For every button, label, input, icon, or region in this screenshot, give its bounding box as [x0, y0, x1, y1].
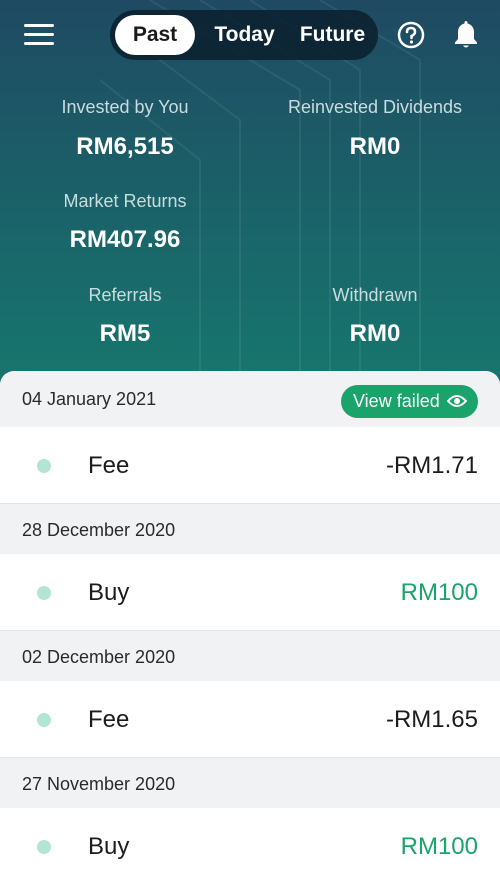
transaction-list: 04 January 2021 View failed Fee -RM1.71 …	[0, 371, 500, 884]
reinvested-dividends-value: RM0	[349, 133, 401, 160]
referrals-value: RM5	[99, 320, 151, 347]
transaction-type: Fee	[88, 706, 130, 733]
transaction-row[interactable]: Buy RM100	[0, 808, 500, 884]
transaction-amount: RM100	[400, 833, 478, 860]
referrals-label: Referrals	[88, 285, 162, 305]
status-dot	[37, 840, 51, 854]
transaction-amount: -RM1.71	[385, 452, 478, 479]
withdrawn-label: Withdrawn	[332, 285, 418, 305]
transaction-type: Buy	[88, 833, 130, 860]
view-failed-button[interactable]: View failed	[341, 385, 478, 418]
date-header: 04 January 2021 View failed	[0, 374, 500, 424]
bell-icon[interactable]	[453, 19, 479, 49]
status-dot	[37, 459, 51, 473]
market-returns-label: Market Returns	[63, 191, 187, 211]
status-dot	[37, 713, 51, 727]
question-circle-icon[interactable]	[397, 21, 425, 49]
date-label: 28 December 2020	[22, 520, 176, 540]
status-dot	[37, 586, 51, 600]
market-returns-value: RM407.96	[69, 226, 181, 253]
date-header: 28 December 2020	[0, 505, 500, 555]
date-label: 02 December 2020	[22, 647, 176, 667]
transaction-type: Fee	[88, 452, 130, 479]
date-header: 02 December 2020	[0, 632, 500, 682]
tab-future[interactable]: Future	[290, 15, 375, 55]
transaction-row[interactable]: Buy RM100	[0, 554, 500, 631]
transaction-type: Buy	[88, 579, 130, 606]
invested-value: RM6,515	[76, 133, 174, 160]
transaction-amount: RM100	[400, 579, 478, 606]
transaction-row[interactable]: Fee -RM1.65	[0, 681, 500, 758]
transaction-amount: -RM1.65	[385, 706, 478, 733]
invested-label: Invested by You	[61, 97, 189, 117]
tab-today[interactable]: Today	[202, 15, 287, 55]
portfolio-summary-header: Past Today Future Invested by You RM6,51…	[0, 0, 500, 400]
date-header: 27 November 2020	[0, 759, 500, 809]
withdrawn-value: RM0	[349, 320, 401, 347]
date-label: 27 November 2020	[22, 774, 176, 794]
date-label: 04 January 2021	[22, 389, 157, 409]
hamburger-menu-icon[interactable]	[24, 24, 54, 46]
eye-icon	[447, 395, 467, 407]
view-failed-label: View failed	[353, 391, 440, 411]
tab-past[interactable]: Past	[115, 15, 195, 55]
transaction-row[interactable]: Fee -RM1.71	[0, 427, 500, 504]
top-bar: Past Today Future	[0, 0, 500, 70]
reinvested-dividends-label: Reinvested Dividends	[287, 97, 463, 117]
time-period-segmented-control: Past Today Future	[110, 10, 378, 60]
